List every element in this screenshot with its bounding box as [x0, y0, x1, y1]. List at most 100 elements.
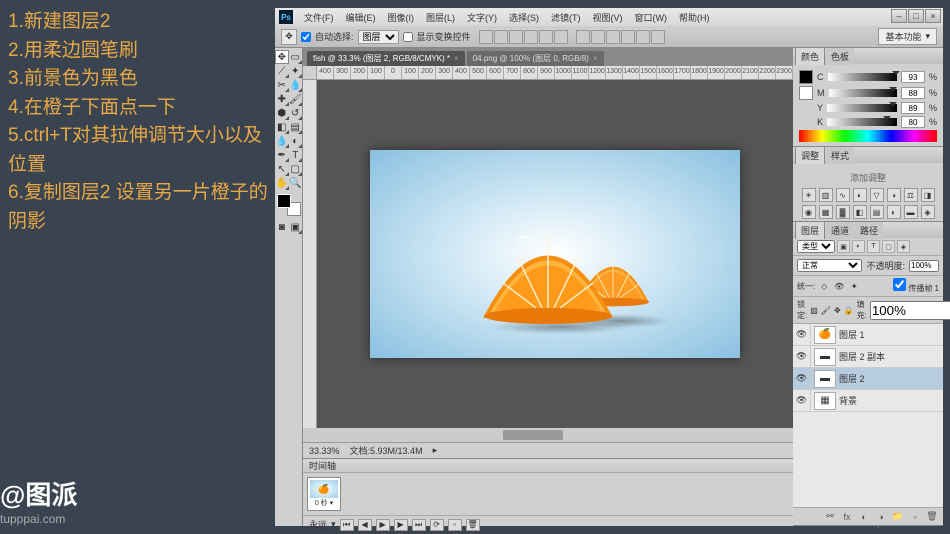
next-frame-btn[interactable]: ▶	[394, 519, 408, 531]
menu-filter[interactable]: 滤镜(T)	[546, 9, 586, 26]
layer-name[interactable]: 图层 2	[839, 372, 943, 385]
visibility-icon[interactable]: 👁	[793, 324, 811, 345]
foreground-color[interactable]	[277, 194, 291, 208]
channel-value[interactable]	[901, 102, 925, 114]
new-frame-btn[interactable]: ▫	[448, 519, 462, 531]
layer-thumbnail[interactable]: ▬	[814, 348, 836, 366]
doc-tab-1[interactable]: fish @ 33.3% (图层 2, RGB/8/CMYK) *×	[307, 51, 465, 66]
tween-btn[interactable]: ⟳	[430, 519, 444, 531]
canvas[interactable]	[317, 80, 793, 428]
adj-curves-icon[interactable]: ∿	[836, 188, 850, 202]
adj-invert-icon[interactable]: ◧	[853, 205, 867, 219]
channel-value[interactable]	[901, 87, 925, 99]
delete-frame-btn[interactable]: 🗑	[466, 519, 480, 531]
fill-input[interactable]	[870, 301, 950, 320]
first-frame-btn[interactable]: ⏮	[340, 519, 354, 531]
play-btn[interactable]: ▶	[376, 519, 390, 531]
paths-tab[interactable]: 路径	[855, 222, 883, 239]
channels-tab[interactable]: 通道	[826, 222, 854, 239]
path-tool[interactable]: ↖	[275, 162, 289, 176]
filter-type-icon[interactable]: T	[867, 240, 880, 253]
color-tab[interactable]: 颜色	[795, 47, 825, 65]
adj-hue-icon[interactable]: ◑	[887, 188, 901, 202]
layer-row[interactable]: 👁▬图层 2 副本	[793, 346, 943, 368]
last-frame-btn[interactable]: ⏭	[412, 519, 426, 531]
close-icon[interactable]: ×	[593, 54, 598, 63]
channel-value[interactable]	[901, 116, 925, 128]
heal-tool[interactable]: ✚	[275, 92, 289, 106]
dodge-tool[interactable]: ◐	[289, 134, 303, 148]
menu-layer[interactable]: 图层(L)	[421, 9, 460, 26]
channel-slider[interactable]	[827, 104, 897, 112]
close-icon[interactable]: ×	[454, 54, 459, 63]
scrollbar-horizontal[interactable]	[303, 428, 793, 442]
adj-mixer-icon[interactable]: ▦	[819, 205, 833, 219]
align-btn[interactable]	[509, 30, 523, 44]
new-layer-icon[interactable]: ▫	[908, 510, 922, 524]
align-btn[interactable]	[539, 30, 553, 44]
align-btn[interactable]	[494, 30, 508, 44]
dist-btn[interactable]	[651, 30, 665, 44]
fx-icon[interactable]: fx	[840, 510, 854, 524]
close-button[interactable]: ×	[925, 9, 941, 23]
dist-btn[interactable]	[621, 30, 635, 44]
menu-edit[interactable]: 编辑(E)	[341, 9, 381, 26]
channel-slider[interactable]	[827, 118, 897, 126]
blend-mode[interactable]: 正常	[797, 259, 862, 272]
dist-btn[interactable]	[591, 30, 605, 44]
layer-thumbnail[interactable]: ▬	[814, 370, 836, 388]
pen-tool[interactable]: ✒	[275, 148, 289, 162]
adj-bw-icon[interactable]: ◨	[921, 188, 935, 202]
shape-tool[interactable]: ▢	[289, 162, 303, 176]
brush-tool[interactable]: 🖌	[289, 92, 303, 106]
menu-view[interactable]: 视图(V)	[588, 9, 628, 26]
chevron-right-icon[interactable]: ▸	[433, 445, 438, 456]
workspace-switcher[interactable]: 基本功能▾	[878, 28, 937, 45]
dist-btn[interactable]	[576, 30, 590, 44]
menu-select[interactable]: 选择(S)	[504, 9, 544, 26]
propagate-checkbox[interactable]	[893, 278, 906, 291]
swatches-tab[interactable]: 色板	[826, 48, 854, 65]
layer-name[interactable]: 图层 2 副本	[839, 350, 943, 363]
menu-help[interactable]: 帮助(H)	[674, 9, 715, 26]
adjustments-tab[interactable]: 调整	[795, 146, 825, 164]
gradient-tool[interactable]: ▤	[289, 120, 303, 134]
group-icon[interactable]: 📁	[891, 510, 905, 524]
lasso-tool[interactable]: ⟋	[275, 64, 289, 78]
quickmask-tool[interactable]: ◙	[275, 220, 289, 234]
layer-filter-kind[interactable]: 类型	[797, 240, 835, 253]
trash-icon[interactable]: 🗑	[925, 510, 939, 524]
unify-style-icon[interactable]: ✦	[848, 280, 860, 292]
channel-slider[interactable]	[828, 73, 897, 81]
opacity-input[interactable]	[909, 260, 939, 272]
show-transform-checkbox[interactable]	[403, 32, 413, 42]
doc-tab-2[interactable]: 04.png @ 100% (图层 0, RGB/8)×	[467, 51, 604, 66]
hand-tool[interactable]: ✋	[275, 176, 289, 190]
menu-image[interactable]: 图像(I)	[383, 9, 420, 26]
menu-file[interactable]: 文件(F)	[299, 9, 339, 26]
filter-adjust-icon[interactable]: ◐	[852, 240, 865, 253]
layer-row[interactable]: 👁▬图层 2	[793, 368, 943, 390]
adj-balance-icon[interactable]: ⚖	[904, 188, 918, 202]
lock-all-icon[interactable]: 🔒	[844, 304, 854, 316]
adj-exposure-icon[interactable]: ◐	[853, 188, 867, 202]
align-btn[interactable]	[554, 30, 568, 44]
layer-row[interactable]: 👁🍊图层 1	[793, 324, 943, 346]
visibility-icon[interactable]: 👁	[793, 368, 811, 389]
adj-poster-icon[interactable]: ▤	[870, 205, 884, 219]
bg-swatch[interactable]	[799, 86, 813, 100]
visibility-icon[interactable]: 👁	[793, 390, 811, 411]
adjustment-layer-icon[interactable]: ◑	[874, 510, 888, 524]
color-swatches[interactable]	[277, 194, 301, 216]
crop-tool[interactable]: ✂	[275, 78, 289, 92]
layers-tab[interactable]: 图层	[795, 221, 825, 239]
minimize-button[interactable]: –	[891, 9, 907, 23]
fg-swatch[interactable]	[799, 70, 813, 84]
adj-selective-icon[interactable]: ◈	[921, 205, 935, 219]
auto-select-mode[interactable]: 图层	[358, 30, 399, 44]
filter-shape-icon[interactable]: ▢	[882, 240, 895, 253]
wand-tool[interactable]: ✦	[289, 64, 303, 78]
marquee-tool[interactable]: ▭	[289, 50, 302, 64]
align-btn[interactable]	[479, 30, 493, 44]
adj-gradient-icon[interactable]: ▬	[904, 205, 918, 219]
